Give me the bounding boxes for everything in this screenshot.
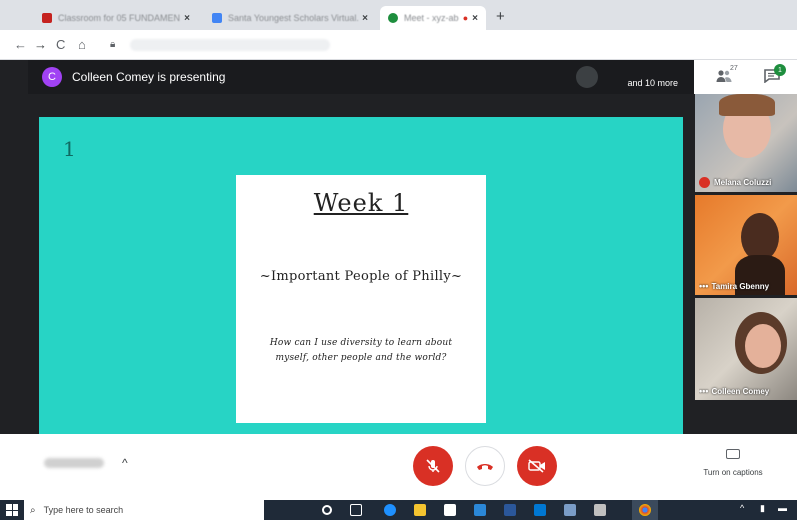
cortana-icon[interactable] bbox=[322, 505, 332, 515]
captions-icon bbox=[726, 449, 740, 459]
chrome-icon bbox=[639, 504, 651, 516]
task-view-icon[interactable] bbox=[350, 504, 362, 516]
meet-top-actions: 27 1 bbox=[694, 60, 797, 94]
meet-window: C Colleen Comey is presenting and 10 mor… bbox=[0, 60, 797, 500]
end-call-icon bbox=[477, 464, 493, 470]
participant-avatar bbox=[576, 66, 598, 88]
subtitle-line-1: How can I use diversity to learn about bbox=[269, 338, 453, 348]
participant-tile[interactable]: Melana Coluzzi bbox=[695, 94, 797, 192]
camera-toggle-button[interactable] bbox=[517, 446, 557, 486]
classroom-favicon-icon bbox=[42, 13, 52, 23]
address-bar[interactable] bbox=[130, 39, 330, 51]
recording-dot-icon: ● bbox=[462, 13, 469, 23]
slide-card: Week 1 ~Important People of Philly~ How … bbox=[236, 175, 486, 423]
participant-name-blurred bbox=[627, 67, 678, 78]
audio-level-icon: ••• bbox=[699, 386, 709, 396]
close-tab-icon[interactable]: × bbox=[184, 13, 190, 24]
mail-icon[interactable] bbox=[474, 504, 486, 516]
other-participants: and 10 more bbox=[627, 67, 678, 89]
slide-subtitle: How can I use diversity to learn about m… bbox=[236, 336, 486, 366]
sites-favicon-icon bbox=[212, 13, 222, 23]
close-tab-icon[interactable]: × bbox=[362, 13, 368, 24]
slide-week-heading: Week 1 bbox=[313, 189, 409, 217]
captions-button[interactable]: Turn on captions bbox=[690, 446, 776, 477]
participant-tile[interactable]: ••• Colleen Comey bbox=[695, 298, 797, 400]
chat-badge: 1 bbox=[774, 64, 786, 76]
mic-off-icon bbox=[426, 459, 440, 473]
store-icon[interactable] bbox=[444, 504, 456, 516]
mic-toggle-button[interactable] bbox=[413, 446, 453, 486]
tab-label: Meet - xyz-abcd-efg bbox=[404, 13, 459, 23]
meet-favicon-icon bbox=[388, 13, 398, 23]
tab-label: Classroom for 05 FUNDAMENT... bbox=[58, 13, 181, 23]
presentation-header: C Colleen Comey is presenting and 10 mor… bbox=[28, 60, 694, 94]
participants-count: 27 bbox=[730, 65, 738, 72]
screen: Classroom for 05 FUNDAMENT... × Santa Yo… bbox=[0, 0, 797, 520]
back-icon[interactable]: ← bbox=[14, 37, 27, 52]
windows-taskbar: ⌕ Type here to search ^ ▮ ▬ bbox=[0, 500, 797, 520]
participant-tile[interactable]: ••• Tamira Gbenny bbox=[695, 195, 797, 295]
participant-name: Melana Coluzzi bbox=[699, 177, 795, 188]
mic-off-icon bbox=[699, 177, 710, 188]
presenter-avatar: C bbox=[42, 67, 62, 87]
chevron-up-icon[interactable]: ^ bbox=[122, 456, 128, 470]
audio-level-icon: ••• bbox=[699, 281, 709, 291]
presentation-stage: 1 Week 1 ~Important People of Philly~ Ho… bbox=[28, 94, 694, 434]
participant-name: ••• Colleen Comey bbox=[699, 386, 795, 396]
participant-hair bbox=[719, 94, 775, 116]
new-tab-button[interactable]: + bbox=[496, 8, 505, 25]
camera-off-icon bbox=[528, 459, 545, 473]
reload-icon[interactable]: C bbox=[56, 37, 65, 52]
slide-title: ~Important People of Philly~ bbox=[259, 269, 463, 284]
participant-tiles: Melana Coluzzi ••• Tamira Gbenny ••• Col… bbox=[694, 94, 797, 434]
browser-tabbar: Classroom for 05 FUNDAMENT... × Santa Yo… bbox=[0, 0, 797, 30]
participant-name: ••• Tamira Gbenny bbox=[699, 281, 795, 291]
file-explorer-icon[interactable] bbox=[414, 504, 426, 516]
tray-chevron-icon[interactable]: ^ bbox=[740, 503, 744, 513]
tab-classroom[interactable]: Classroom for 05 FUNDAMENT... × bbox=[34, 6, 198, 30]
participant-video bbox=[741, 213, 779, 261]
browser-navbar: ← → C ⌂ 🔒︎ bbox=[0, 30, 797, 60]
tab-scholars[interactable]: Santa Youngest Scholars Virtual... × bbox=[204, 6, 376, 30]
subtitle-line-2: myself, other people and the world? bbox=[275, 353, 447, 363]
shared-slide: 1 Week 1 ~Important People of Philly~ Ho… bbox=[39, 117, 683, 434]
participant-name-text: Melana Coluzzi bbox=[714, 178, 772, 187]
participant-video bbox=[745, 324, 781, 368]
edge-icon[interactable] bbox=[384, 504, 396, 516]
word-icon[interactable] bbox=[504, 504, 516, 516]
close-tab-icon[interactable]: × bbox=[472, 13, 478, 24]
presenter-status: Colleen Comey is presenting bbox=[72, 70, 226, 84]
app-icon[interactable] bbox=[564, 504, 576, 516]
lock-icon: 🔒︎ bbox=[110, 39, 116, 50]
meeting-controls: ^ Turn on captions bbox=[0, 434, 797, 500]
slide-number: 1 bbox=[63, 137, 76, 161]
tab-label: Santa Youngest Scholars Virtual... bbox=[228, 13, 359, 23]
app-icon[interactable] bbox=[594, 504, 606, 516]
windows-start-icon[interactable] bbox=[6, 504, 18, 516]
taskbar-search[interactable]: ⌕ Type here to search bbox=[24, 500, 264, 520]
captions-label: Turn on captions bbox=[703, 468, 763, 477]
tab-meet[interactable]: Meet - xyz-abcd-efg ● × bbox=[380, 6, 486, 30]
leave-call-button[interactable] bbox=[465, 446, 505, 486]
participant-name-text: Tamira Gbenny bbox=[711, 281, 770, 291]
outlook-icon[interactable] bbox=[534, 504, 546, 516]
home-icon[interactable]: ⌂ bbox=[78, 37, 86, 52]
volume-icon[interactable]: ▬ bbox=[778, 503, 787, 513]
network-icon[interactable]: ▮ bbox=[760, 503, 765, 514]
participant-name-text: Colleen Comey bbox=[711, 386, 770, 396]
forward-icon[interactable]: → bbox=[34, 37, 47, 52]
others-count-text: and 10 more bbox=[627, 78, 678, 88]
search-placeholder: Type here to search bbox=[43, 505, 124, 515]
meeting-details[interactable] bbox=[44, 458, 104, 468]
search-icon: ⌕ bbox=[30, 504, 36, 516]
